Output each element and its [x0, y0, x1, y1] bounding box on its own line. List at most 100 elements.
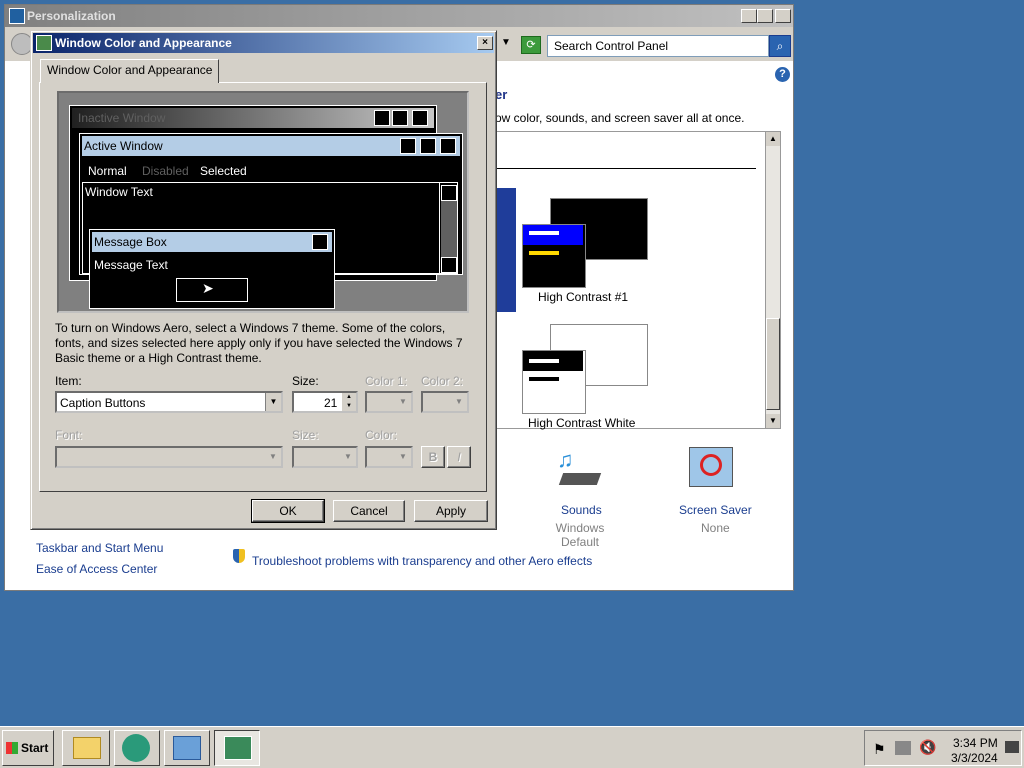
theme-hc1-titlebar [523, 225, 583, 245]
shield-icon [233, 549, 245, 563]
theme-separator [496, 168, 756, 169]
volume-muted-icon[interactable]: 🔇 [919, 739, 936, 756]
taskbar: Start ⚑ 🔇 3:34 PM 3/3/2024 [0, 726, 1024, 768]
close-button[interactable]: × [775, 9, 791, 23]
preview-msgbox-titlebar: Message Box [92, 232, 332, 252]
search-icon[interactable]: ⌕ [769, 35, 791, 57]
keyboard-shape [558, 473, 602, 485]
clock-time[interactable]: 3:34 PM [953, 736, 998, 750]
screensaver-label[interactable]: Screen Saver [679, 503, 752, 517]
clock-date[interactable]: 3/3/2024 [951, 751, 998, 765]
size-label: Size: [292, 374, 319, 388]
start-button[interactable]: Start [2, 730, 54, 766]
dialog-close-button[interactable]: × [477, 36, 493, 50]
personalization-icon [9, 8, 25, 24]
theme-list-scrollbar[interactable]: ▲ ▼ [765, 131, 781, 429]
media-player-icon [122, 734, 150, 762]
font-chevron-icon: ▼ [265, 448, 281, 466]
color1-label: Color 1: [365, 374, 408, 388]
dialog-icon [36, 35, 52, 51]
dialog-titlebar[interactable]: Window Color and Appearance × [33, 33, 494, 53]
sounds-item[interactable]: ♫ Sounds Windows Default [525, 445, 625, 549]
preview-scroll-up [441, 185, 457, 201]
search-input[interactable]: Search Control Panel [547, 35, 769, 57]
link-taskbar-start-menu[interactable]: Taskbar and Start Menu [36, 541, 163, 555]
screensaver-item[interactable]: Screen Saver None [665, 445, 765, 535]
scroll-down-arrow[interactable]: ▼ [766, 414, 780, 428]
sound-note-icon: ♫ [557, 447, 574, 472]
mouse-cursor-icon: ➤ [202, 280, 214, 296]
refresh-icon[interactable]: ⟳ [521, 36, 541, 54]
preview-active-title: Active Window [84, 139, 163, 153]
show-desktop-icon[interactable] [1005, 741, 1019, 753]
scroll-up-arrow[interactable]: ▲ [766, 132, 780, 146]
preview-inactive-btn-2 [392, 110, 408, 126]
link-ease-of-access[interactable]: Ease of Access Center [36, 562, 157, 576]
font-dropdown[interactable]: ▼ [55, 446, 283, 468]
folder-icon [73, 737, 101, 759]
font-color-picker[interactable]: ▼ [365, 446, 413, 468]
preview-msgbox-close [312, 234, 328, 250]
preview-menu-normal: Normal [88, 164, 127, 178]
taskbar-control-panel[interactable] [164, 730, 210, 766]
dropdown-arrow-icon[interactable]: ▼ [501, 37, 511, 48]
theme-hc-white[interactable]: High Contrast White [520, 320, 660, 430]
preview-menu-disabled: Disabled [142, 164, 189, 178]
theme-hc1[interactable]: High Contrast #1 [520, 194, 650, 314]
personalization-titlebar[interactable]: Personalization _ □ × [5, 5, 793, 27]
sounds-label[interactable]: Sounds [561, 503, 602, 517]
minimize-button[interactable]: _ [741, 9, 757, 23]
personalization-title: Personalization [27, 9, 116, 23]
theme-hcw-label: High Contrast White [528, 416, 636, 430]
size-value: 21 [324, 396, 338, 410]
chevron-down-icon[interactable]: ▼ [265, 393, 281, 411]
size-down-arrow[interactable]: ▼ [342, 402, 356, 411]
control-panel-icon [173, 736, 201, 760]
font-size-chevron-icon: ▼ [340, 448, 356, 466]
preview-active-btn-3 [440, 138, 456, 154]
font-size-dropdown[interactable]: ▼ [292, 446, 358, 468]
help-icon[interactable]: ? [775, 67, 790, 82]
color2-picker[interactable]: ▼ [421, 391, 469, 413]
start-label: Start [21, 741, 49, 755]
theme-hcw-bar1 [529, 359, 559, 363]
system-tray: ⚑ 🔇 3:34 PM 3/3/2024 [864, 730, 1022, 766]
action-center-flag-icon[interactable]: ⚑ [873, 741, 886, 758]
apply-button[interactable]: Apply [414, 500, 488, 522]
theme-hcw-bar2 [529, 377, 559, 381]
taskbar-explorer[interactable] [62, 730, 110, 766]
aero-info-text: To turn on Windows Aero, select a Window… [55, 321, 463, 365]
taskbar-mediaplayer[interactable] [114, 730, 160, 766]
tab-window-color[interactable]: Window Color and Appearance [40, 59, 220, 83]
cancel-button[interactable]: Cancel [333, 500, 405, 522]
network-icon[interactable] [895, 741, 911, 755]
item-dropdown[interactable]: Caption Buttons ▼ [55, 391, 283, 413]
selected-theme-highlight[interactable] [496, 188, 516, 312]
size-up-arrow[interactable]: ▲ [342, 393, 356, 402]
sounds-icon: ♫ [555, 447, 602, 487]
sounds-sub: Windows Default [555, 521, 605, 549]
preview-inactive-title: Inactive Window [78, 111, 166, 125]
scroll-thumb[interactable] [766, 318, 780, 410]
preview-message-text: Message Text [94, 258, 168, 272]
maximize-button[interactable]: □ [757, 9, 773, 23]
preview-inactive-btn-1 [374, 110, 390, 126]
color2-label: Color 2: [421, 374, 464, 388]
screensaver-sub: None [701, 521, 730, 535]
color1-picker[interactable]: ▼ [365, 391, 413, 413]
item-dropdown-value: Caption Buttons [60, 396, 146, 410]
preview-scroll-thumb [441, 201, 457, 257]
link-troubleshoot[interactable]: Troubleshoot problems with transparency … [252, 554, 592, 568]
screensaver-icon [689, 447, 733, 487]
italic-button[interactable]: I [447, 446, 471, 468]
preview-scroll-down [441, 257, 457, 273]
font-color-chevron-icon: ▼ [395, 448, 411, 466]
preview-active-titlebar: Active Window [82, 136, 460, 156]
size-stepper[interactable]: 21 ▲ ▼ [292, 391, 358, 413]
taskbar-personalization[interactable] [214, 730, 260, 766]
preview-scrollbar [439, 183, 457, 273]
preview-window-text: Window Text [85, 185, 153, 199]
ok-button[interactable]: OK [251, 499, 325, 523]
bold-button[interactable]: B [421, 446, 445, 468]
preview-inactive-titlebar: Inactive Window [72, 108, 434, 128]
